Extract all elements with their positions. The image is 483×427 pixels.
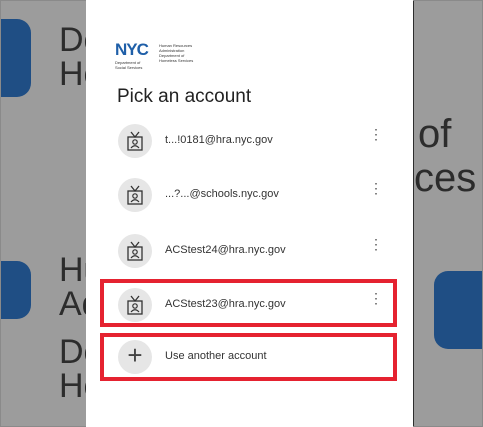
more-options-icon[interactable]: ⋮ <box>369 127 383 141</box>
account-item[interactable]: t...!0181@hra.nyc.gov ⋮ <box>114 121 394 161</box>
account-email: t...!0181@hra.nyc.gov <box>165 134 273 146</box>
account-item[interactable]: ...?...@schools.nyc.gov ⋮ <box>114 175 394 215</box>
highlight-box-use-another <box>100 333 397 381</box>
badge-icon <box>118 124 152 158</box>
more-options-icon[interactable]: ⋮ <box>369 181 383 195</box>
account-item[interactable]: ACStest24@hra.nyc.gov ⋮ <box>114 231 394 271</box>
nyc-dss-logo: NYC Human Resources Administration Depar… <box>115 40 195 72</box>
logo-nyc-text: NYC <box>115 40 149 59</box>
more-options-icon[interactable]: ⋮ <box>369 237 383 251</box>
logo-line: Department of Homeless Services <box>159 53 194 63</box>
logo-dept: Department of Social Services <box>115 60 143 70</box>
badge-icon <box>118 234 152 268</box>
dialog-title: Pick an account <box>117 86 252 107</box>
highlight-box-account <box>100 279 397 327</box>
logo-line: Human Resources Administration <box>159 43 193 53</box>
badge-icon <box>118 178 152 212</box>
account-email: ...?...@schools.nyc.gov <box>165 188 279 200</box>
account-email: ACStest24@hra.nyc.gov <box>165 244 286 256</box>
